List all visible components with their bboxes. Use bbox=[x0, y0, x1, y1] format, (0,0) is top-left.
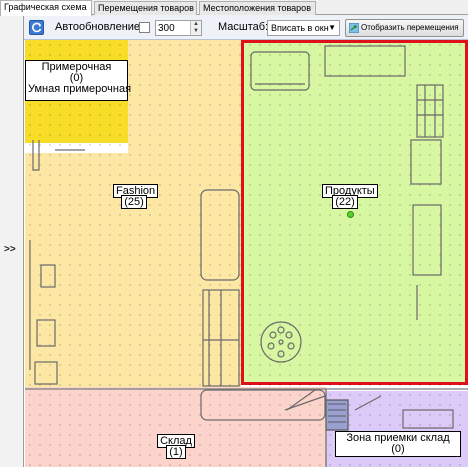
zone-warehouse-label: Склад (1) bbox=[153, 434, 199, 459]
toolbar: Автообновление ▲▼ Масштаб: Вписать в окн… bbox=[24, 15, 468, 40]
zone-fitting-room-label: Примерочная (0) Умная примерочная bbox=[25, 60, 132, 101]
fashion-count: (25) bbox=[121, 195, 147, 209]
location-marker[interactable] bbox=[347, 211, 354, 218]
map-arrows-icon bbox=[349, 23, 359, 33]
fitting-room-subtitle: Умная примерочная bbox=[28, 83, 132, 95]
floor-plan-map[interactable]: Примерочная (0) Умная примерочная Fashio… bbox=[25, 40, 468, 467]
tab-goods-movements[interactable]: Перемещения товаров bbox=[94, 1, 197, 15]
interval-stepper[interactable]: ▲▼ bbox=[155, 20, 202, 36]
interval-input[interactable] bbox=[158, 22, 188, 34]
products-count: (22) bbox=[332, 195, 358, 209]
scale-select-value: Вписать в окн bbox=[271, 23, 329, 33]
stepper-arrows-icon[interactable]: ▲ ▼ bbox=[190, 21, 201, 35]
zone-products-label: Продукты (22) bbox=[320, 184, 378, 209]
scale-select[interactable]: Вписать в окн ▼ bbox=[267, 20, 340, 36]
refresh-icon[interactable] bbox=[29, 20, 44, 35]
collapsed-side-panel: >> bbox=[0, 15, 24, 467]
tab-goods-locations[interactable]: Местоположения товаров bbox=[199, 1, 316, 15]
zone-fashion-label: Fashion (25) bbox=[111, 184, 159, 209]
autoupdate-label: Автообновление bbox=[55, 21, 141, 33]
floor-plan-walls bbox=[25, 45, 468, 467]
chevron-down-icon: ▼ bbox=[328, 23, 336, 32]
receiving-count: (0) bbox=[391, 443, 405, 455]
show-movements-label: Отобразить перемещения bbox=[361, 23, 459, 32]
expand-panel-button[interactable]: >> bbox=[4, 244, 16, 255]
tab-graphic-scheme[interactable]: Графическая схема bbox=[0, 0, 92, 16]
warehouse-count: (1) bbox=[166, 445, 186, 459]
scale-label: Масштаб: bbox=[218, 21, 269, 33]
tab-bar: Графическая схема Перемещения товаров Ме… bbox=[0, 0, 468, 16]
zone-receiving-label: Зона приемки склад (0) bbox=[335, 431, 461, 457]
autoupdate-checkbox[interactable] bbox=[139, 22, 150, 33]
show-movements-button[interactable]: Отобразить перемещения bbox=[345, 19, 464, 37]
